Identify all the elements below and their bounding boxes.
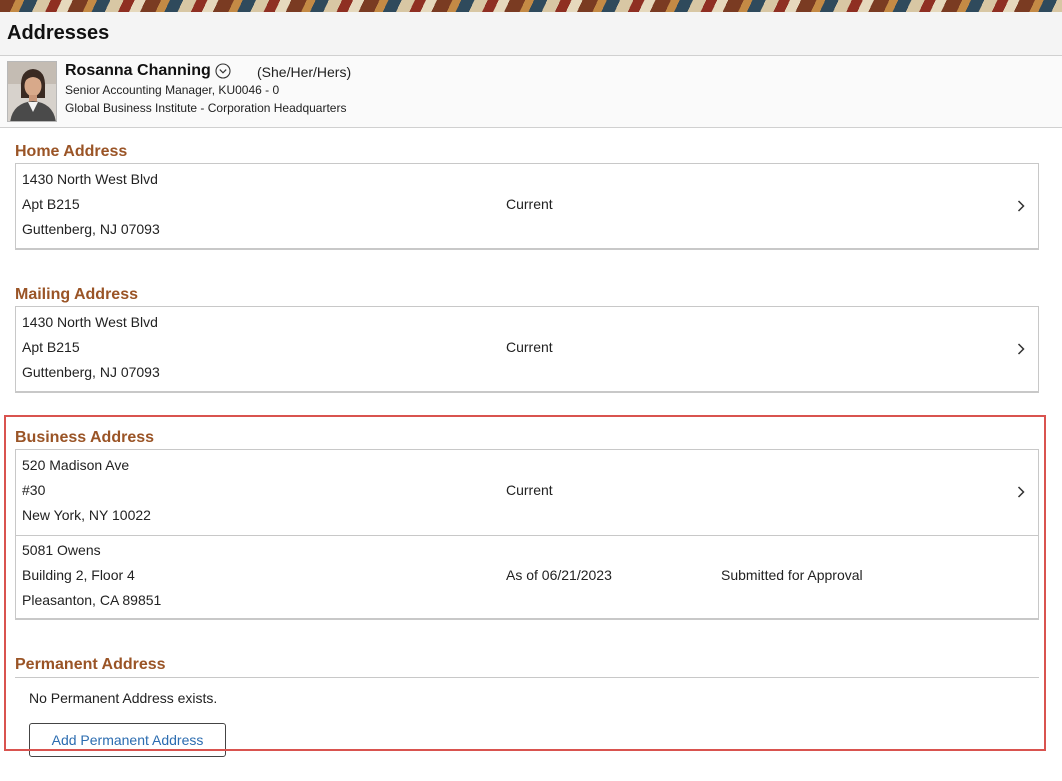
person-photo bbox=[8, 62, 56, 121]
address-line-3: Pleasanton, CA 89851 bbox=[22, 592, 162, 608]
title-bar: Addresses bbox=[0, 12, 1062, 56]
no-permanent-address-message: No Permanent Address exists. bbox=[29, 690, 218, 706]
address-line-2: Apt B215 bbox=[22, 196, 80, 212]
avatar bbox=[7, 61, 57, 122]
person-name: Rosanna Channing bbox=[65, 62, 211, 79]
mailing-address-card: 1430 North West Blvd Apt B215 Guttenberg… bbox=[15, 306, 1039, 393]
address-line-2: #30 bbox=[22, 482, 46, 498]
business-address-row-pending: 5081 Owens Building 2, Floor 4 Pleasanto… bbox=[16, 535, 1038, 618]
address-line-1: 1430 North West Blvd bbox=[22, 171, 158, 187]
mailing-address-title: Mailing Address bbox=[15, 286, 138, 303]
address-line-2: Building 2, Floor 4 bbox=[22, 567, 135, 583]
mailing-address-row[interactable]: 1430 North West Blvd Apt B215 Guttenberg… bbox=[16, 307, 1038, 391]
person-job: Senior Accounting Manager, KU0046 - 0 bbox=[65, 83, 280, 97]
chevron-circle-down-icon[interactable] bbox=[215, 63, 231, 79]
business-address-title: Business Address bbox=[15, 429, 155, 446]
header-banner bbox=[0, 0, 1062, 12]
address-line-3: New York, NY 10022 bbox=[22, 507, 151, 523]
address-line-2: Apt B215 bbox=[22, 339, 80, 355]
address-line-1: 5081 Owens bbox=[22, 542, 101, 558]
address-line-3: Guttenberg, NJ 07093 bbox=[22, 221, 160, 237]
person-header: Rosanna Channing (She/Her/Hers) Senior A… bbox=[0, 56, 1062, 128]
approval-status: Submitted for Approval bbox=[721, 567, 863, 583]
address-line-1: 1430 North West Blvd bbox=[22, 314, 158, 330]
business-address-card: 520 Madison Ave #30 New York, NY 10022 C… bbox=[15, 449, 1039, 620]
person-pronouns: (She/Her/Hers) bbox=[257, 64, 352, 80]
home-address-row[interactable]: 1430 North West Blvd Apt B215 Guttenberg… bbox=[16, 164, 1038, 248]
chevron-right-icon[interactable] bbox=[1014, 199, 1028, 213]
home-address-title: Home Address bbox=[15, 143, 128, 160]
page-title: Addresses bbox=[7, 22, 110, 44]
address-status: Current bbox=[506, 196, 553, 212]
address-status: Current bbox=[506, 339, 553, 355]
add-permanent-address-button[interactable]: Add Permanent Address bbox=[29, 723, 226, 757]
business-address-row-current[interactable]: 520 Madison Ave #30 New York, NY 10022 C… bbox=[16, 450, 1038, 535]
person-organization: Global Business Institute - Corporation … bbox=[65, 101, 347, 115]
address-line-1: 520 Madison Ave bbox=[22, 457, 130, 473]
home-address-card: 1430 North West Blvd Apt B215 Guttenberg… bbox=[15, 163, 1039, 250]
address-status: Current bbox=[506, 482, 553, 498]
chevron-right-icon[interactable] bbox=[1014, 485, 1028, 499]
chevron-right-icon[interactable] bbox=[1014, 342, 1028, 356]
permanent-address-title: Permanent Address bbox=[15, 656, 166, 673]
section-divider bbox=[15, 677, 1039, 678]
address-status: As of 06/21/2023 bbox=[506, 567, 612, 583]
address-line-3: Guttenberg, NJ 07093 bbox=[22, 364, 160, 380]
